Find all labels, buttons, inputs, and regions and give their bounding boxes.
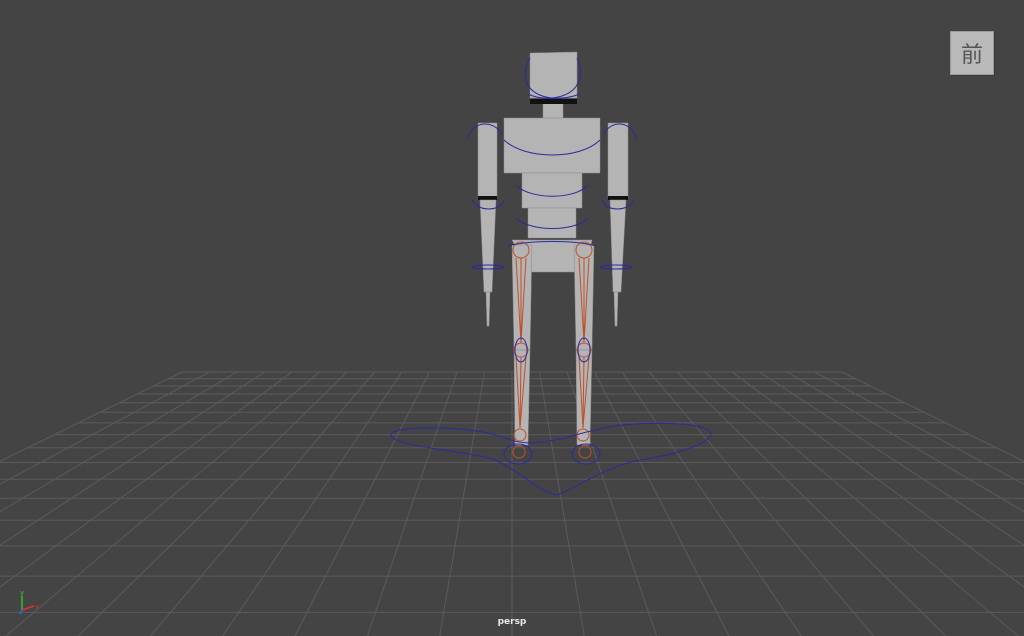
- grid-line: [731, 371, 1024, 588]
- axis-gizmo: y x: [19, 590, 39, 615]
- ground-grid: [0, 371, 1024, 636]
- grid-line: [222, 371, 403, 636]
- camera-name-label: persp: [497, 617, 527, 627]
- left-forearm-mesh[interactable]: [479, 199, 497, 293]
- left-elbow-shadow: [478, 196, 497, 200]
- x-axis-label: x: [35, 603, 39, 611]
- left-hand-mesh[interactable]: [485, 291, 491, 327]
- z-axis-line: [19, 609, 23, 615]
- grid-line: [5, 371, 320, 636]
- left-upper-arm-mesh[interactable]: [477, 122, 498, 199]
- grid-line: [704, 371, 1019, 636]
- grid-line: [0, 371, 293, 588]
- scene-canvas[interactable]: [0, 0, 1024, 636]
- right-hand-mesh[interactable]: [613, 291, 619, 327]
- left-foot-control-curve[interactable]: [503, 443, 533, 465]
- grid-line: [77, 371, 348, 636]
- pelvis-mesh[interactable]: [527, 207, 577, 239]
- perspective-viewport[interactable]: 前 y x persp: [0, 0, 1024, 636]
- x-axis-line: [21, 605, 35, 611]
- grid-line: [759, 371, 1024, 546]
- right-foot-control-curve[interactable]: [571, 443, 601, 465]
- grid-line: [841, 371, 1024, 462]
- grid-line: [149, 371, 375, 636]
- view-cube-front-face[interactable]: 前: [950, 31, 994, 75]
- head-shadow: [530, 99, 577, 104]
- grid-line: [676, 371, 947, 636]
- grid-line: [621, 371, 802, 636]
- grid-line: [294, 371, 430, 636]
- chest-mesh[interactable]: [503, 117, 601, 174]
- grid-line: [439, 371, 485, 636]
- neck-mesh[interactable]: [542, 101, 564, 119]
- grid-line: [594, 371, 730, 636]
- right-forearm-mesh[interactable]: [609, 199, 627, 293]
- grid-line: [366, 371, 458, 636]
- right-elbow-shadow: [608, 196, 628, 200]
- y-axis-label: y: [20, 590, 24, 597]
- right-upper-arm-mesh[interactable]: [607, 122, 629, 199]
- grid-line: [649, 371, 875, 636]
- grid-line: [814, 371, 1024, 485]
- head-mesh[interactable]: [529, 51, 578, 99]
- abdomen-mesh[interactable]: [521, 172, 583, 209]
- main-control-curve[interactable]: [390, 422, 712, 496]
